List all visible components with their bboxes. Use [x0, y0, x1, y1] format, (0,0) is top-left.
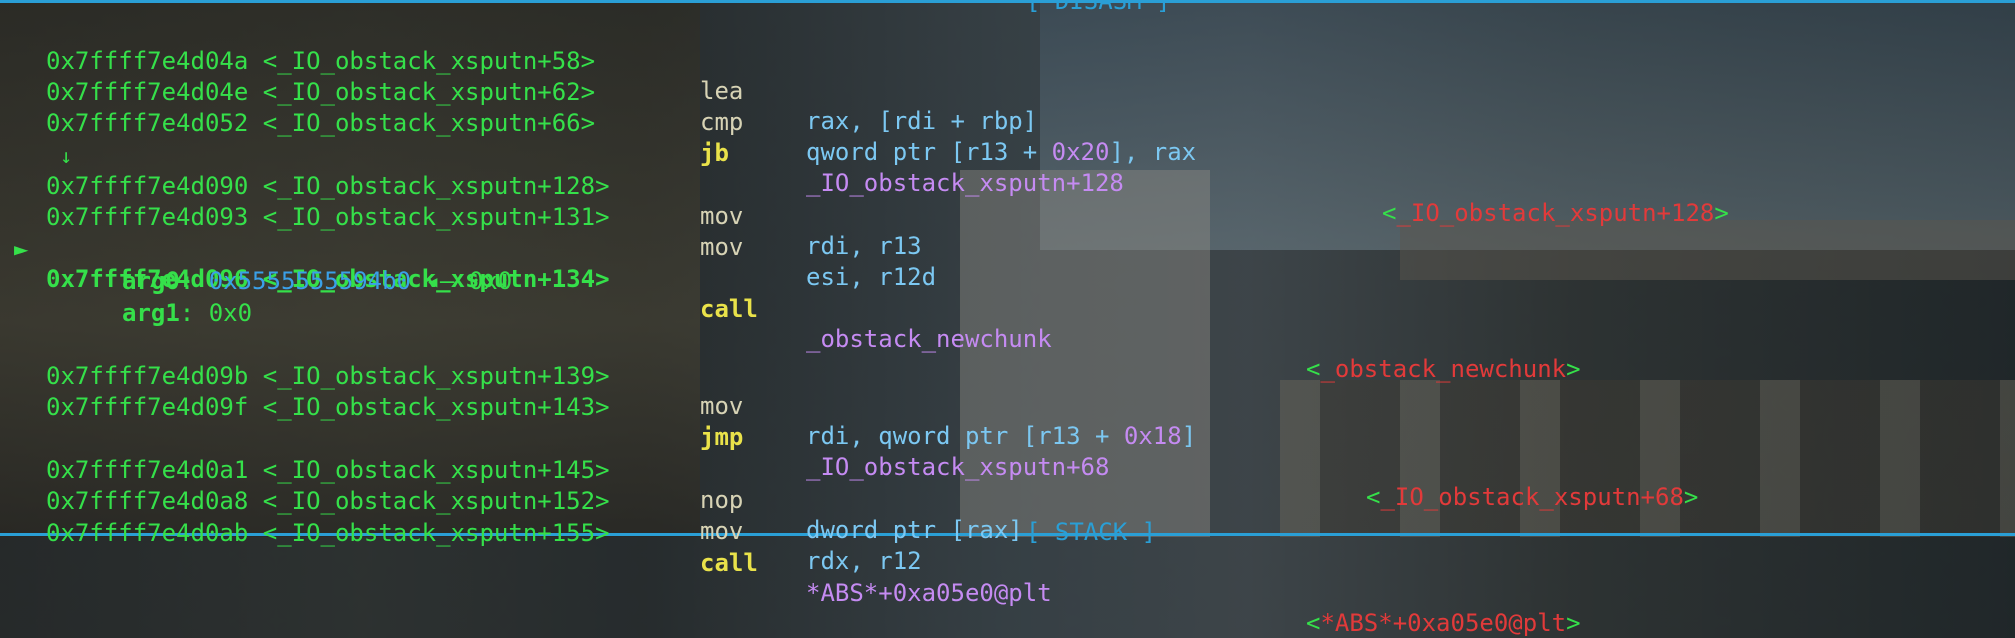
instruction-mnemonic: call	[700, 549, 758, 577]
instruction-mnemonic: call	[700, 295, 758, 323]
branch-target-comment: <_IO_obstack_xsputn+128>	[1382, 198, 1729, 228]
instruction-operands: rdx, r12	[806, 547, 922, 575]
disasm-line[interactable]: 0x7ffff7e4d0a1 <_IO_obstack_xsputn+145> …	[0, 425, 1023, 544]
jump-arrow-line: ↓	[0, 111, 72, 168]
bracket-close: >	[1714, 199, 1729, 227]
instruction-operands: _IO_obstack_xsputn+128	[806, 169, 1124, 197]
disasm-line[interactable]: 0x7ffff7e4d09b <_IO_obstack_xsputn+139> …	[0, 331, 1196, 450]
call-target-comment: <_obstack_newchunk>	[1306, 354, 1581, 384]
bracket-open: <	[1366, 483, 1381, 511]
call-target-comment: <*ABS*+0xa05e0@plt>	[1306, 608, 1581, 638]
call-argument-text: arg1: 0x0	[122, 299, 253, 327]
instruction-mnemonic: mov	[700, 392, 744, 420]
branch-target-comment: <_IO_obstack_xsputn+68>	[1366, 482, 1698, 512]
argument-value: 0x5555555594b0	[208, 267, 411, 295]
disasm-line[interactable]: 0x7ffff7e4d04a <_IO_obstack_xsputn+58> l…	[0, 16, 1037, 135]
disasm-line[interactable]: 0x7ffff7e4d0a8 <_IO_obstack_xsputn+152> …	[0, 456, 922, 575]
instruction-mnemonic: jmp	[700, 423, 744, 451]
call-argument-text: arg0: 0x5555555594b0 ◂— 0x0	[122, 267, 513, 295]
instruction-operands: qword ptr [r13 + 0x20], rax	[806, 137, 1196, 167]
operand-text: rdi, qword ptr [r13 +	[806, 422, 1124, 450]
background-columns	[1280, 380, 2015, 537]
disasm-line[interactable]: 0x7ffff7e4d09f <_IO_obstack_xsputn+143> …	[0, 362, 1698, 511]
instruction-mnemonic: lea	[700, 77, 744, 105]
instruction-address: 0x7ffff7e4d04e <_IO_obstack_xsputn+62>	[46, 78, 596, 106]
instruction-mnemonic: nop	[700, 486, 744, 514]
disasm-top-border	[0, 0, 2015, 3]
stack-section-title: [ STACK ]	[1026, 518, 1157, 546]
target-symbol: *ABS*+0xa05e0@plt	[1320, 609, 1567, 637]
instruction-mnemonic: cmp	[700, 108, 744, 136]
instruction-address: 0x7ffff7e4d0a8 <_IO_obstack_xsputn+152>	[46, 487, 610, 515]
disasm-line-current[interactable]: ► 0x7ffff7e4d096 <_IO_obstack_xsputn+134…	[0, 204, 1581, 383]
argument-name: arg0	[122, 267, 180, 295]
instruction-address: 0x7ffff7e4d09b <_IO_obstack_xsputn+139>	[46, 362, 610, 390]
background-roof	[1400, 220, 2015, 280]
bracket-open: <	[1306, 355, 1321, 383]
disasm-section-title: [ DISASM ]	[1026, 0, 1171, 15]
disasm-line[interactable]: 0x7ffff7e4d04e <_IO_obstack_xsputn+62> c…	[0, 47, 1196, 166]
instruction-address: 0x7ffff7e4d093 <_IO_obstack_xsputn+131>	[46, 203, 610, 231]
bracket-open: <	[1306, 609, 1321, 637]
instruction-address: 0x7ffff7e4d04a <_IO_obstack_xsputn+58>	[46, 47, 596, 75]
operand-offset: 0x20	[1051, 138, 1110, 166]
deref-arrow-icon: ◂—	[425, 267, 455, 295]
instruction-operands: rdi, r13	[806, 232, 922, 260]
instruction-address: 0x7ffff7e4d090 <_IO_obstack_xsputn+128>	[46, 172, 610, 200]
instruction-mnemonic: mov	[700, 233, 744, 261]
operand-text: ], rax	[1109, 138, 1197, 166]
instruction-operands: _IO_obstack_xsputn+68	[806, 453, 1110, 481]
argument-deref-value: 0x0	[468, 267, 513, 295]
operand-text: qword ptr [r13 +	[806, 138, 1052, 166]
instruction-operands: esi, r12d	[806, 263, 937, 291]
instruction-address: 0x7ffff7e4d052 <_IO_obstack_xsputn+66>	[46, 109, 596, 137]
operand-offset: 0x18	[1123, 422, 1182, 450]
disasm-line[interactable]: 0x7ffff7e4d052 <_IO_obstack_xsputn+66> j…	[0, 78, 1729, 227]
target-symbol: _IO_obstack_xsputn+128	[1396, 199, 1715, 227]
instruction-mnemonic: mov	[700, 517, 744, 545]
instruction-mnemonic: jb	[700, 139, 729, 167]
instruction-mnemonic: mov	[700, 202, 744, 230]
call-argument: arg0: 0x5555555594b0 ◂— 0x0	[0, 236, 512, 295]
target-symbol: _IO_obstack_xsputn+68	[1380, 483, 1684, 511]
argument-value: 0x0	[208, 299, 253, 327]
instruction-operands: _obstack_newchunk	[806, 325, 1052, 353]
argument-name: arg1	[122, 299, 180, 327]
operand-text: ]	[1181, 422, 1197, 450]
disasm-line[interactable]: 0x7ffff7e4d090 <_IO_obstack_xsputn+128> …	[0, 141, 922, 260]
instruction-address: 0x7ffff7e4d09f <_IO_obstack_xsputn+143>	[46, 393, 610, 421]
instruction-address: 0x7ffff7e4d0ab <_IO_obstack_xsputn+155>	[46, 519, 610, 547]
instruction-address: 0x7ffff7e4d0a1 <_IO_obstack_xsputn+145>	[46, 456, 610, 484]
target-symbol: _obstack_newchunk	[1320, 355, 1567, 383]
instruction-operands: dword ptr [rax]	[806, 516, 1023, 544]
bracket-close: >	[1566, 609, 1581, 637]
call-argument: arg1: 0x0	[0, 268, 252, 327]
down-arrow-icon: ↓	[60, 144, 73, 168]
disasm-line[interactable]: 0x7ffff7e4d0ab <_IO_obstack_xsputn+155> …	[0, 488, 1581, 637]
disasm-line[interactable]: 0x7ffff7e4d093 <_IO_obstack_xsputn+131> …	[0, 172, 936, 291]
bracket-open: <	[1382, 199, 1397, 227]
bracket-close: >	[1566, 355, 1581, 383]
instruction-operands: *ABS*+0xa05e0@plt	[806, 579, 1052, 607]
instruction-operands: rax, [rdi + rbp]	[806, 107, 1038, 135]
instruction-operands: rdi, qword ptr [r13 + 0x18]	[806, 421, 1196, 451]
bracket-close: >	[1683, 483, 1699, 511]
